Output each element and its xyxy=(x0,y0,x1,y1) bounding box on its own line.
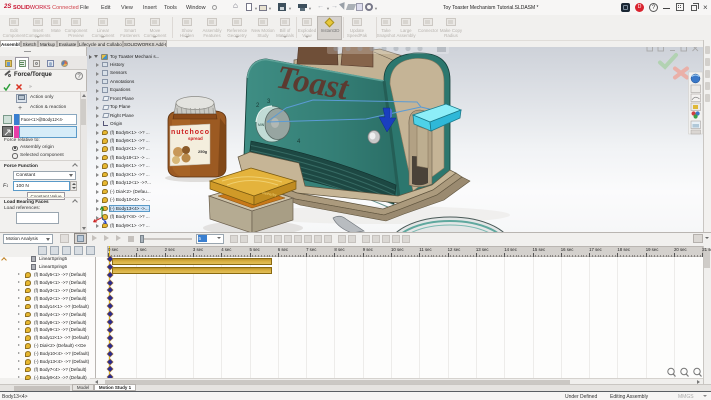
svg-text:spread: spread xyxy=(188,136,203,141)
svg-text:MIN: MIN xyxy=(258,123,265,127)
svg-text:250g: 250g xyxy=(198,149,208,154)
svg-text:nutchoco: nutchoco xyxy=(171,129,209,136)
